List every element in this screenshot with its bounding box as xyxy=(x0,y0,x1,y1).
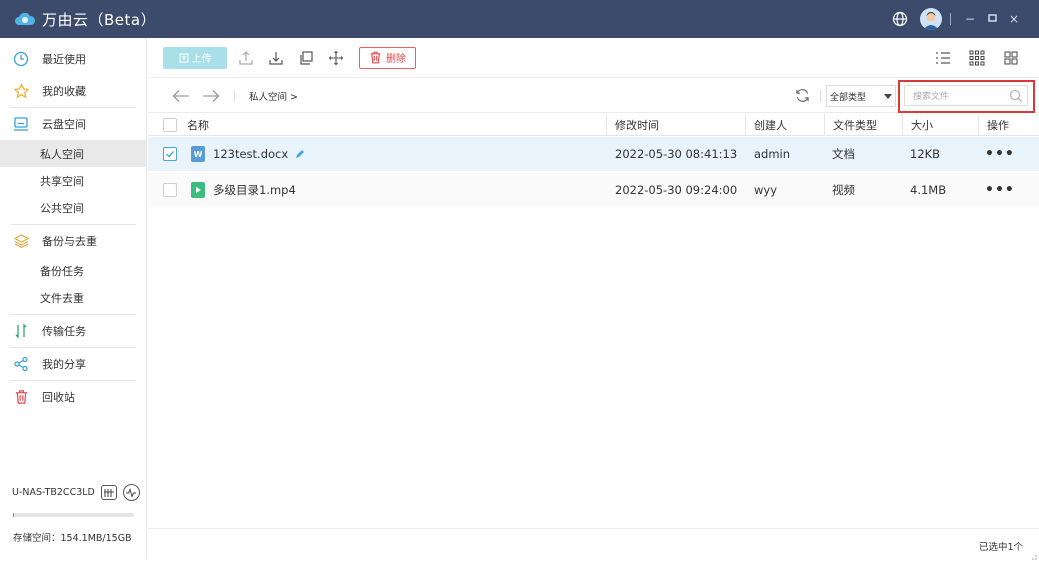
edit-pencil-icon[interactable] xyxy=(294,148,306,160)
file-name[interactable]: 123test.docx xyxy=(213,147,288,161)
sidebar-item-label: 我的分享 xyxy=(42,358,86,371)
sidebar: 最近使用 我的收藏 云盘空间 私人空间 共享空间 公共空间 备份与去重 备份任务… xyxy=(0,38,147,559)
row-checkbox[interactable] xyxy=(163,147,177,161)
file-name[interactable]: 多级目录1.mp4 xyxy=(213,182,296,198)
move-icon[interactable] xyxy=(327,49,345,67)
row-checkbox[interactable] xyxy=(163,183,177,197)
delete-button[interactable]: 删除 xyxy=(359,46,416,69)
delete-label: 删除 xyxy=(386,54,406,65)
grid-view-icon[interactable] xyxy=(967,48,987,68)
more-actions-button[interactable]: ••• xyxy=(985,173,1015,207)
chevron-down-icon xyxy=(884,94,892,99)
file-size: 12KB xyxy=(910,147,941,161)
transfer-arrows-icon xyxy=(12,322,30,340)
sidebar-item-transfer[interactable]: 传输任务 xyxy=(0,315,146,347)
device-info: U-NAS-TB2CC3LD xyxy=(12,484,140,501)
search-icon[interactable] xyxy=(1009,89,1023,103)
file-type: 视频 xyxy=(832,183,855,197)
upload-label: 上传 xyxy=(191,54,212,65)
copy-icon[interactable] xyxy=(297,49,315,67)
layers-icon xyxy=(12,232,30,250)
sidebar-item-favorites[interactable]: 我的收藏 xyxy=(0,75,146,107)
header-name[interactable]: 名称 xyxy=(179,114,209,136)
sidebar-item-backup-tasks[interactable]: 备份任务 xyxy=(0,257,146,284)
header-actions: 操作 xyxy=(978,114,1009,136)
sidebar-item-trash[interactable]: 回收站 xyxy=(0,381,146,413)
list-view-icon[interactable] xyxy=(933,48,953,68)
storage-progress-bar xyxy=(13,513,134,517)
sidebar-item-label: 备份与去重 xyxy=(42,235,97,248)
header-creator[interactable]: 创建人 xyxy=(745,114,787,136)
activity-icon[interactable] xyxy=(122,484,140,501)
sidebar-item-cloud[interactable]: 云盘空间 xyxy=(0,108,146,140)
upload-button[interactable]: 上传 xyxy=(163,46,227,69)
sidebar-item-label: 回收站 xyxy=(42,391,75,404)
back-arrow-icon[interactable] xyxy=(170,85,192,107)
sidebar-item-label: 云盘空间 xyxy=(42,118,86,131)
globe-icon[interactable] xyxy=(890,9,910,29)
monitor-icon xyxy=(12,115,30,133)
app-title: 万由云（Beta） xyxy=(42,10,157,29)
clock-icon xyxy=(12,50,30,68)
selection-count: 已选中1个 xyxy=(978,542,1023,553)
select-all-checkbox[interactable] xyxy=(163,118,177,132)
minimize-button[interactable]: − xyxy=(959,12,981,26)
header-size[interactable]: 大小 xyxy=(902,114,933,136)
download-icon[interactable] xyxy=(267,49,285,67)
storage-progress-fill xyxy=(13,513,15,517)
file-modified: 2022-05-30 09:24:00 xyxy=(615,183,738,197)
maximize-button[interactable] xyxy=(981,12,1003,26)
star-icon xyxy=(12,82,30,100)
sidebar-item-backup[interactable]: 备份与去重 xyxy=(0,225,146,257)
file-modified: 2022-05-30 08:41:13 xyxy=(615,147,738,161)
status-bar: 已选中1个 xyxy=(148,528,1039,560)
header-type[interactable]: 文件类型 xyxy=(824,114,877,136)
header-modified[interactable]: 修改时间 xyxy=(606,114,659,136)
title-separator xyxy=(950,13,951,25)
sidebar-item-label: 传输任务 xyxy=(42,325,86,338)
share-icon xyxy=(12,355,30,373)
toolbar: 上传 删除 xyxy=(148,38,1039,78)
storage-label: 存储空间：154.1MB/15GB xyxy=(13,533,132,544)
word-doc-icon: W xyxy=(191,146,205,162)
table-row[interactable]: 多级目录1.mp4 2022-05-30 09:24:00 wyy 视频 4.1… xyxy=(148,173,1039,207)
large-grid-view-icon[interactable] xyxy=(1001,48,1021,68)
sidebar-item-shared-space[interactable]: 共享空间 xyxy=(0,167,146,194)
video-file-icon xyxy=(191,182,205,198)
file-creator: admin xyxy=(754,147,791,161)
nav-divider xyxy=(234,89,235,102)
breadcrumb[interactable]: 私人空间 > xyxy=(249,89,298,103)
sidebar-item-public-space[interactable]: 公共空间 xyxy=(0,194,146,221)
close-button[interactable]: × xyxy=(1003,12,1025,26)
nav-divider xyxy=(820,90,821,102)
server-icon[interactable] xyxy=(100,485,117,500)
nav-bar: 私人空间 > 全部类型 搜索文件 xyxy=(148,79,1039,113)
more-actions-button[interactable]: ••• xyxy=(985,137,1015,171)
file-creator: wyy xyxy=(754,183,778,197)
title-bar: 万由云（Beta） − × xyxy=(0,0,1039,38)
sidebar-item-private-space[interactable]: 私人空间 xyxy=(0,140,146,167)
search-placeholder: 搜索文件 xyxy=(913,92,950,102)
file-size: 4.1MB xyxy=(910,183,947,197)
sidebar-item-label: 我的收藏 xyxy=(42,85,86,98)
cloud-logo-icon xyxy=(14,11,36,27)
device-name: U-NAS-TB2CC3LD xyxy=(12,487,95,498)
trash-icon xyxy=(12,388,30,406)
share-upload-icon[interactable] xyxy=(237,49,255,67)
search-input[interactable]: 搜索文件 xyxy=(904,85,1028,106)
resize-grip-icon[interactable] xyxy=(1029,549,1037,560)
forward-arrow-icon[interactable] xyxy=(200,85,222,107)
table-row[interactable]: W 123test.docx 2022-05-30 08:41:13 admin… xyxy=(148,137,1039,171)
file-type: 文档 xyxy=(832,147,855,161)
refresh-icon[interactable] xyxy=(793,86,811,104)
user-avatar[interactable] xyxy=(920,8,942,30)
sidebar-item-dedup[interactable]: 文件去重 xyxy=(0,284,146,311)
sidebar-item-label: 最近使用 xyxy=(42,53,86,66)
sidebar-item-recent[interactable]: 最近使用 xyxy=(0,43,146,75)
file-type-value: 全部类型 xyxy=(830,92,867,103)
table-header: 名称 修改时间 创建人 文件类型 大小 操作 xyxy=(148,114,1039,136)
sidebar-item-share[interactable]: 我的分享 xyxy=(0,348,146,380)
file-type-select[interactable]: 全部类型 xyxy=(826,85,896,107)
